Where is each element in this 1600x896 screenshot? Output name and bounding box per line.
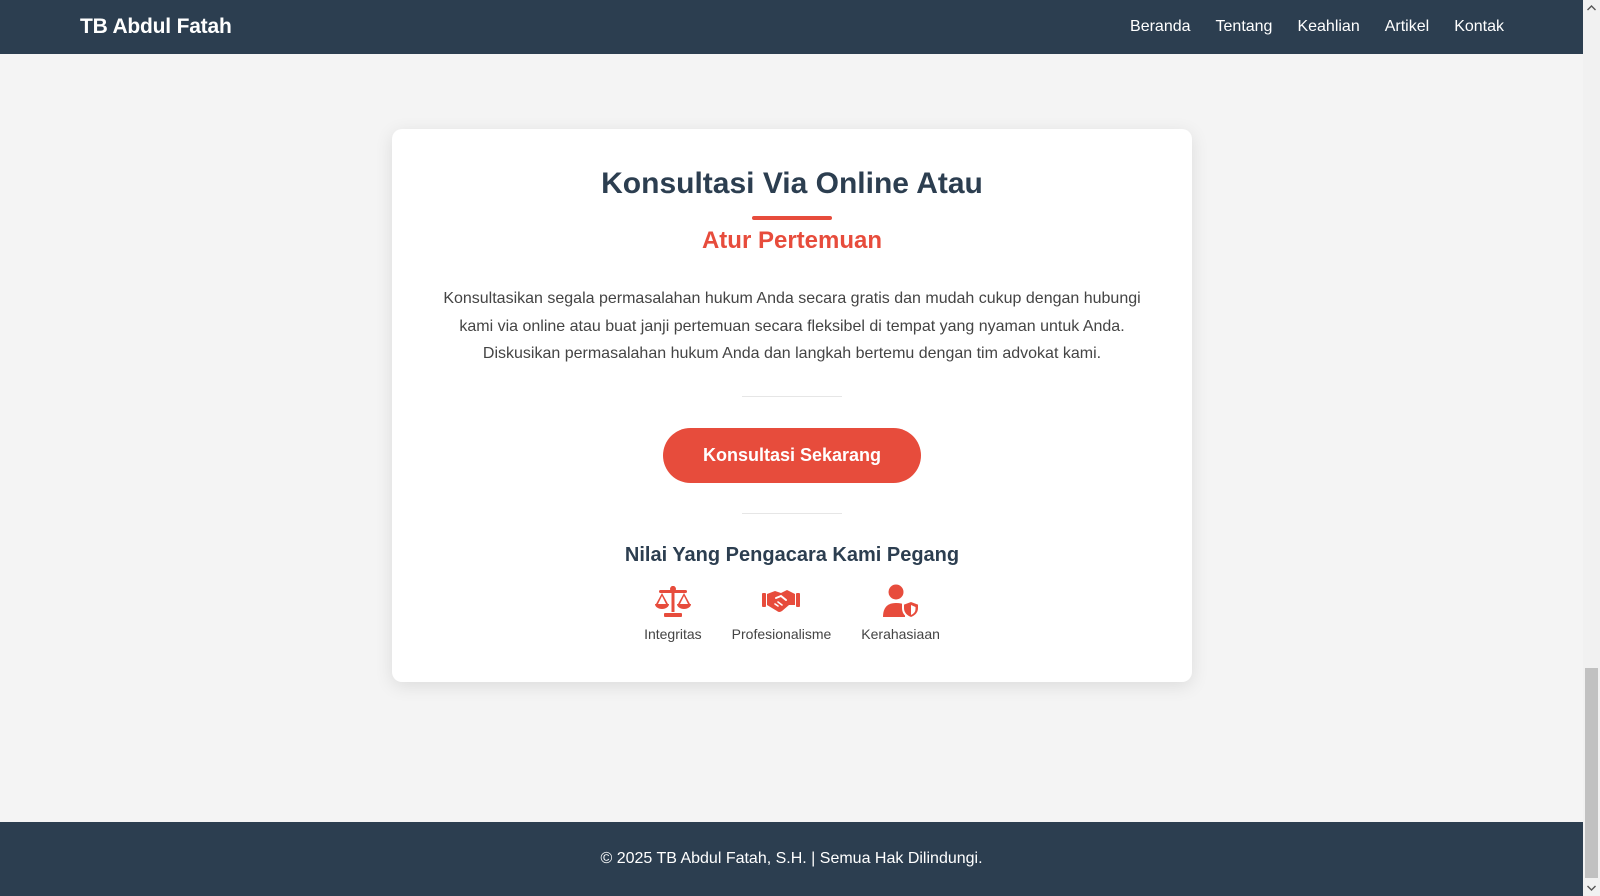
handshake-icon	[762, 590, 801, 612]
scrollbar-thumb[interactable]	[1585, 668, 1598, 878]
card-title: Konsultasi Via Online Atau	[601, 167, 983, 200]
values-list: Integritas Profesionalisme Kerahasiaan	[392, 584, 1192, 642]
consultation-card: Konsultasi Via Online Atau Atur Pertemua…	[392, 129, 1192, 682]
value-item-profesionalisme: Profesionalisme	[731, 584, 832, 642]
values-title: Nilai Yang Pengacara Kami Pegang	[624, 544, 960, 566]
brand-logo-text[interactable]: TB Abdul Fatah	[80, 15, 232, 39]
value-item-integritas: Integritas	[644, 584, 702, 642]
value-label: Kerahasiaan	[861, 626, 940, 642]
value-label: Integritas	[644, 626, 702, 642]
page: TB Abdul Fatah Beranda Tentang Keahlian …	[0, 0, 1583, 896]
divider	[742, 396, 842, 397]
value-item-kerahasiaan: Kerahasiaan	[861, 584, 940, 642]
scroll-down-arrow-icon[interactable]	[1583, 880, 1600, 896]
consult-now-button[interactable]: Konsultasi Sekarang	[663, 428, 921, 483]
vertical-scrollbar[interactable]	[1583, 0, 1600, 896]
scale-balance-icon	[654, 586, 691, 617]
nav-link-tentang[interactable]: Tentang	[1216, 18, 1273, 36]
navbar: TB Abdul Fatah Beranda Tentang Keahlian …	[0, 0, 1583, 54]
nav-link-keahlian[interactable]: Keahlian	[1297, 18, 1359, 36]
nav-link-kontak[interactable]: Kontak	[1454, 18, 1504, 36]
nav-link-beranda[interactable]: Beranda	[1130, 18, 1191, 36]
card-subtitle: Atur Pertemuan	[701, 227, 883, 254]
nav-links: Beranda Tentang Keahlian Artikel Kontak	[1105, 18, 1504, 36]
user-shield-icon	[882, 584, 920, 618]
nav-link-artikel[interactable]: Artikel	[1385, 18, 1429, 36]
scroll-up-arrow-icon[interactable]	[1583, 0, 1600, 16]
title-underline	[752, 216, 832, 220]
divider	[742, 513, 842, 514]
card-description: Konsultasikan segala permasalahan hukum …	[443, 290, 1141, 362]
footer: © 2025 TB Abdul Fatah, S.H. | Semua Hak …	[0, 822, 1583, 896]
value-label: Profesionalisme	[731, 626, 832, 642]
footer-copyright: © 2025 TB Abdul Fatah, S.H. | Semua Hak …	[600, 850, 983, 867]
